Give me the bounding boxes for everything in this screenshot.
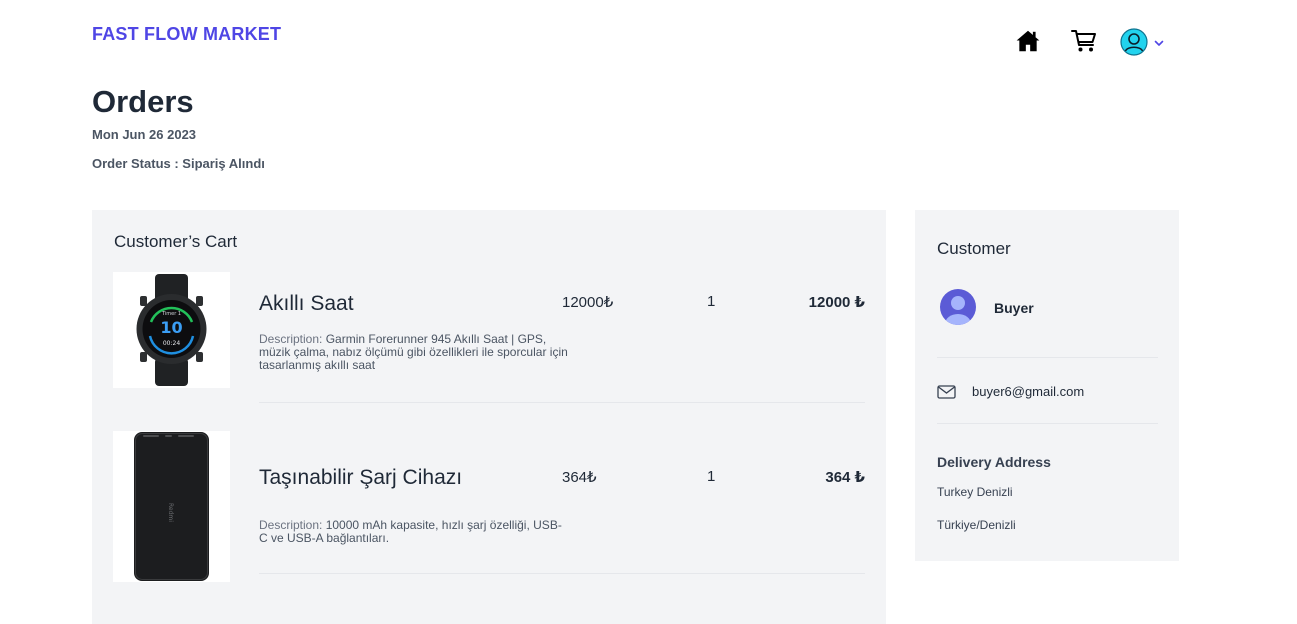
item-total: 12000 ₺ <box>808 294 865 311</box>
delivery-address-title: Delivery Address <box>937 454 1051 470</box>
item-name: Taşınabilir Şarj Cihazı <box>259 466 463 489</box>
page-title: Orders <box>92 84 194 119</box>
customer-cart-panel: Customer’s Cart Timer 1 10 00:24 Akıllı … <box>92 210 886 624</box>
watch-face-time: 00:24 <box>163 340 180 347</box>
mail-icon <box>937 385 956 399</box>
divider <box>937 357 1158 358</box>
delivery-address-line: Turkey Denizli <box>937 485 1013 499</box>
customer-email: buyer6@gmail.com <box>972 384 1085 399</box>
cart-icon[interactable] <box>1070 28 1098 54</box>
product-image-smartwatch[interactable]: Timer 1 10 00:24 <box>113 272 230 388</box>
chevron-down-icon[interactable] <box>1153 36 1165 48</box>
home-icon[interactable] <box>1015 28 1041 54</box>
cart-title: Customer’s Cart <box>114 232 238 251</box>
brand-logo[interactable]: FAST FLOW MARKET <box>92 24 281 45</box>
watch-face-number: 10 <box>160 318 182 337</box>
item-price: 12000₺ <box>562 294 614 311</box>
user-avatar-icon[interactable] <box>1120 28 1148 56</box>
description-label: Description: <box>259 518 323 532</box>
item-description: Description: Garmin Forerunner 945 Akıll… <box>259 333 569 372</box>
divider <box>937 423 1158 424</box>
item-price: 364₺ <box>562 469 597 486</box>
order-date: Mon Jun 26 2023 <box>92 127 197 142</box>
customer-panel: Customer Buyer buyer6@gmail.com Delivery… <box>915 210 1179 561</box>
item-divider <box>259 402 865 403</box>
item-quantity: 1 <box>707 468 716 485</box>
device-brand-text: Redmi <box>167 503 174 522</box>
cart-item: Redmi Taşınabilir Şarj Cihazı 364₺ 1 364… <box>92 431 886 582</box>
customer-name: Buyer <box>994 300 1034 316</box>
item-name: Akıllı Saat <box>259 292 354 315</box>
item-description: Description: 10000 mAh kapasite, hızlı ş… <box>259 519 569 545</box>
item-quantity: 1 <box>707 293 716 310</box>
customer-title: Customer <box>937 239 1011 258</box>
user-menu[interactable] <box>1120 27 1172 57</box>
order-status: Order Status : Sipariş Alındı <box>92 156 265 171</box>
description-label: Description: <box>259 332 323 346</box>
delivery-address-line: Türkiye/Denizli <box>937 518 1016 532</box>
item-divider <box>259 573 865 574</box>
customer-avatar-icon <box>939 288 977 326</box>
item-total: 364 ₺ <box>825 469 865 486</box>
watch-face-top-text: Timer 1 <box>161 311 181 317</box>
product-image-powerbank[interactable]: Redmi <box>113 431 230 582</box>
cart-item: Timer 1 10 00:24 Akıllı Saat 12000₺ 1 12… <box>92 272 886 403</box>
